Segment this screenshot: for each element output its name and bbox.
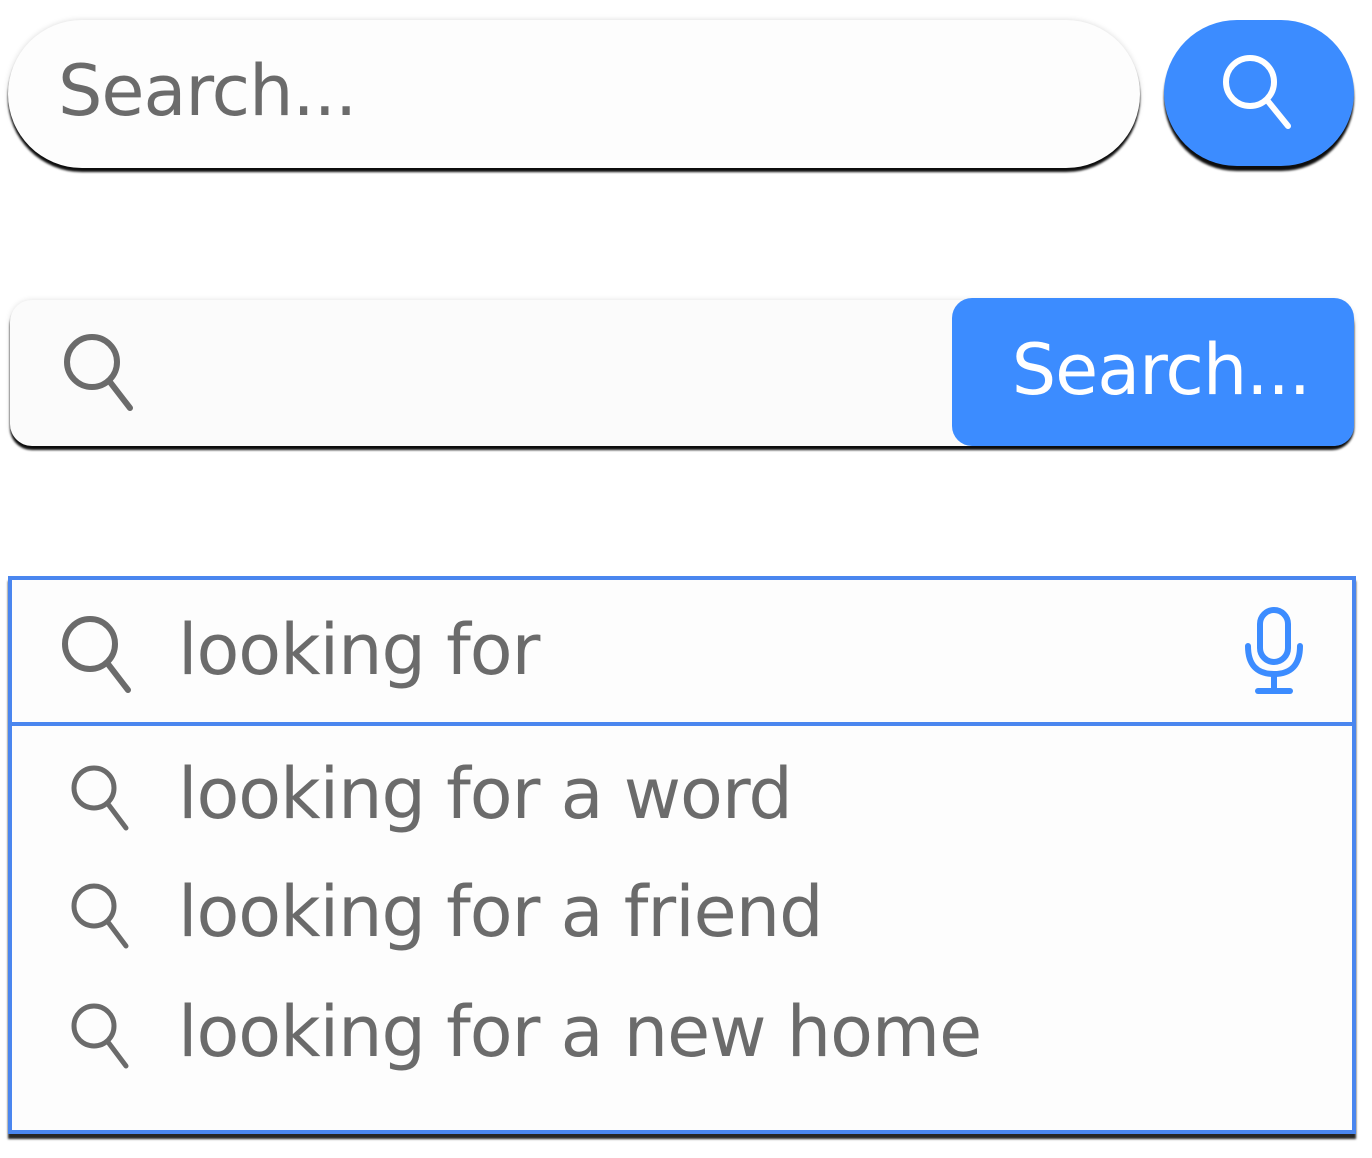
- search-icon: [1220, 52, 1298, 134]
- search-icon: [70, 764, 134, 836]
- search-button-round[interactable]: [1164, 20, 1354, 166]
- suggestion-label: looking for a new home: [178, 991, 982, 1073]
- suggestion-label: looking for a word: [178, 753, 793, 835]
- suggestion-item[interactable]: looking for a word: [12, 732, 1352, 850]
- autocomplete-input[interactable]: looking for: [12, 580, 1352, 726]
- search-button-label: Search...: [1011, 329, 1311, 411]
- search-icon: [70, 882, 134, 954]
- search-placeholder: Search...: [58, 50, 357, 132]
- search-icon: [62, 332, 142, 416]
- autocomplete-query: looking for: [178, 609, 540, 691]
- search-icon: [70, 1002, 134, 1074]
- suggestion-item[interactable]: looking for a friend: [12, 850, 1352, 968]
- suggestion-label: looking for a friend: [178, 871, 824, 953]
- microphone-icon[interactable]: [1242, 606, 1306, 696]
- search-input-pill[interactable]: Search...: [8, 20, 1140, 168]
- autocomplete-search: looking for looking for a word looking f…: [8, 576, 1356, 1134]
- search-button[interactable]: Search...: [952, 298, 1354, 446]
- search-icon: [60, 614, 140, 698]
- suggestion-item[interactable]: looking for a new home: [12, 970, 1352, 1088]
